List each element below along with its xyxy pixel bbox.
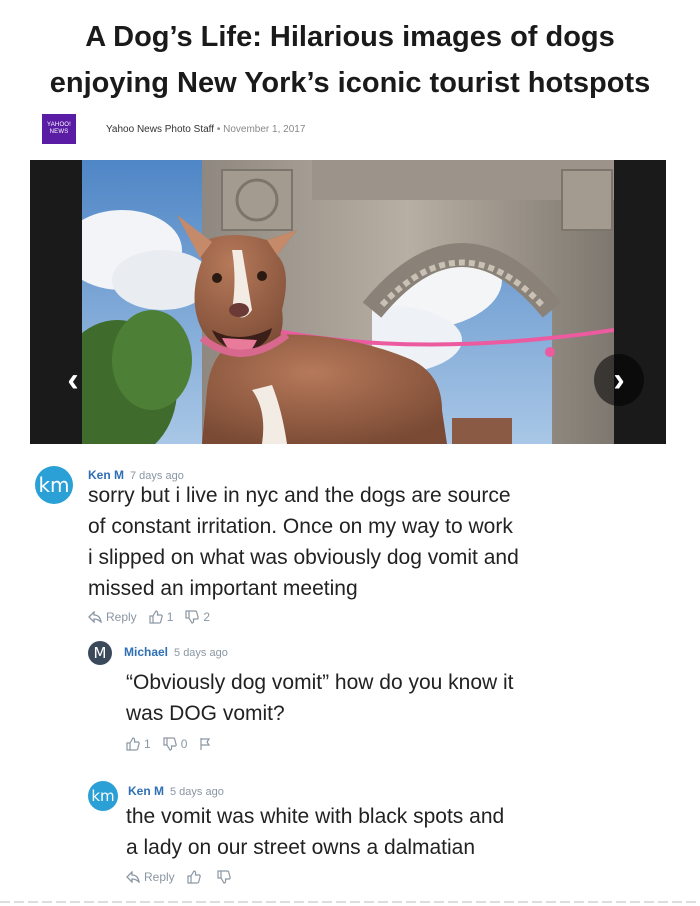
comment-time[interactable]: 5 days ago: [170, 786, 224, 798]
upvote-count: 1: [166, 610, 174, 624]
thumbs-up-icon: [187, 870, 201, 884]
byline-date: November 1, 2017: [223, 123, 306, 135]
avatar[interactable]: km: [35, 466, 73, 504]
photo-carousel: [30, 160, 666, 444]
dog-at-washington-square-arch-photo: [82, 160, 614, 444]
comment-line: i slipped on what was obviously dog vomi…: [88, 546, 519, 569]
flag-button[interactable]: [199, 737, 215, 751]
byline-separator: •: [216, 123, 221, 135]
comment-line: sorry but i live in nyc and the dogs are…: [88, 484, 511, 507]
downvote-button[interactable]: 2: [185, 610, 210, 624]
chevron-left-icon: ‹: [67, 360, 79, 399]
logo-text-news: NEWS: [49, 129, 69, 135]
comment-line: “Obviously dog vomit” how do you know it: [126, 671, 514, 694]
comment-author-name: Michael: [124, 645, 169, 659]
downvote-count: 2: [203, 610, 211, 624]
comment-author[interactable]: Ken M 5 days ago: [128, 784, 224, 798]
chevron-right-icon: ›: [613, 360, 625, 399]
reply-label: Reply: [106, 610, 137, 624]
logo-text-yahoo: YAHOO!: [46, 122, 72, 128]
downvote-button[interactable]: 0: [163, 737, 188, 751]
reply-icon: [126, 871, 140, 883]
yahoo-news-logo[interactable]: YAHOO! NEWS: [42, 114, 76, 144]
comment-actions: 1 0: [126, 737, 227, 751]
thumbs-up-icon: [149, 610, 163, 624]
comment-line: missed an important meeting: [88, 577, 358, 600]
comment-line: a lady on our street owns a dalmatian: [126, 836, 476, 859]
downvote-button[interactable]: [217, 870, 235, 884]
comment-author-name: Ken M: [128, 784, 164, 798]
byline-author[interactable]: Yahoo News Photo Staff: [106, 124, 214, 135]
reply-icon: [88, 611, 102, 623]
reply-button[interactable]: Reply: [88, 610, 137, 624]
thumbs-down-icon: [185, 610, 200, 624]
avatar-initials: km: [38, 473, 70, 497]
comment-line: was DOG vomit?: [126, 702, 285, 725]
flag-icon: [200, 738, 211, 750]
thumbs-down-icon: [217, 870, 231, 884]
carousel-next-circle: ›: [594, 354, 644, 406]
comment-body: the vomit was white with black spots and…: [126, 801, 504, 863]
carousel-prev-button[interactable]: ‹: [48, 350, 98, 410]
downvote-count: 0: [180, 737, 188, 751]
comment-actions: Reply 1 2: [88, 610, 222, 624]
comment-line: the vomit was white with black spots and: [126, 805, 505, 828]
upvote-button[interactable]: [187, 870, 205, 884]
comment-time[interactable]: 5 days ago: [174, 647, 228, 659]
reply-label: Reply: [144, 870, 175, 884]
comment-body: “Obviously dog vomit” how do you know it…: [126, 667, 514, 729]
avatar[interactable]: M: [88, 641, 112, 665]
byline: YAHOO! NEWS Yahoo News Photo Staff • Nov…: [42, 114, 305, 144]
upvote-button[interactable]: 1: [126, 737, 151, 751]
reply-button[interactable]: Reply: [126, 870, 175, 884]
thumbs-up-icon: [126, 737, 140, 751]
comment-actions: Reply: [126, 870, 247, 884]
avatar-initials: M: [93, 644, 107, 662]
byline-text: Yahoo News Photo Staff • November 1, 201…: [106, 124, 305, 135]
comment-line: of constant irritation. Once on my way t…: [88, 515, 513, 538]
carousel-next-button[interactable]: ›: [594, 350, 644, 410]
avatar-initials: km: [91, 787, 115, 805]
divider: [0, 901, 700, 903]
comment-body: sorry but i live in nyc and the dogs are…: [88, 480, 519, 604]
avatar[interactable]: km: [88, 781, 118, 811]
headline-line-1: A Dog’s Life: Hilarious images of dogs: [85, 21, 615, 53]
upvote-button[interactable]: 1: [149, 610, 174, 624]
upvote-count: 1: [144, 737, 151, 751]
thumbs-down-icon: [163, 737, 177, 751]
comment-author[interactable]: Michael 5 days ago: [124, 645, 228, 659]
article-headline: A Dog’s Life: Hilarious images of dogs e…: [0, 14, 700, 106]
headline-line-2: enjoying New York’s iconic tourist hotsp…: [49, 67, 651, 99]
